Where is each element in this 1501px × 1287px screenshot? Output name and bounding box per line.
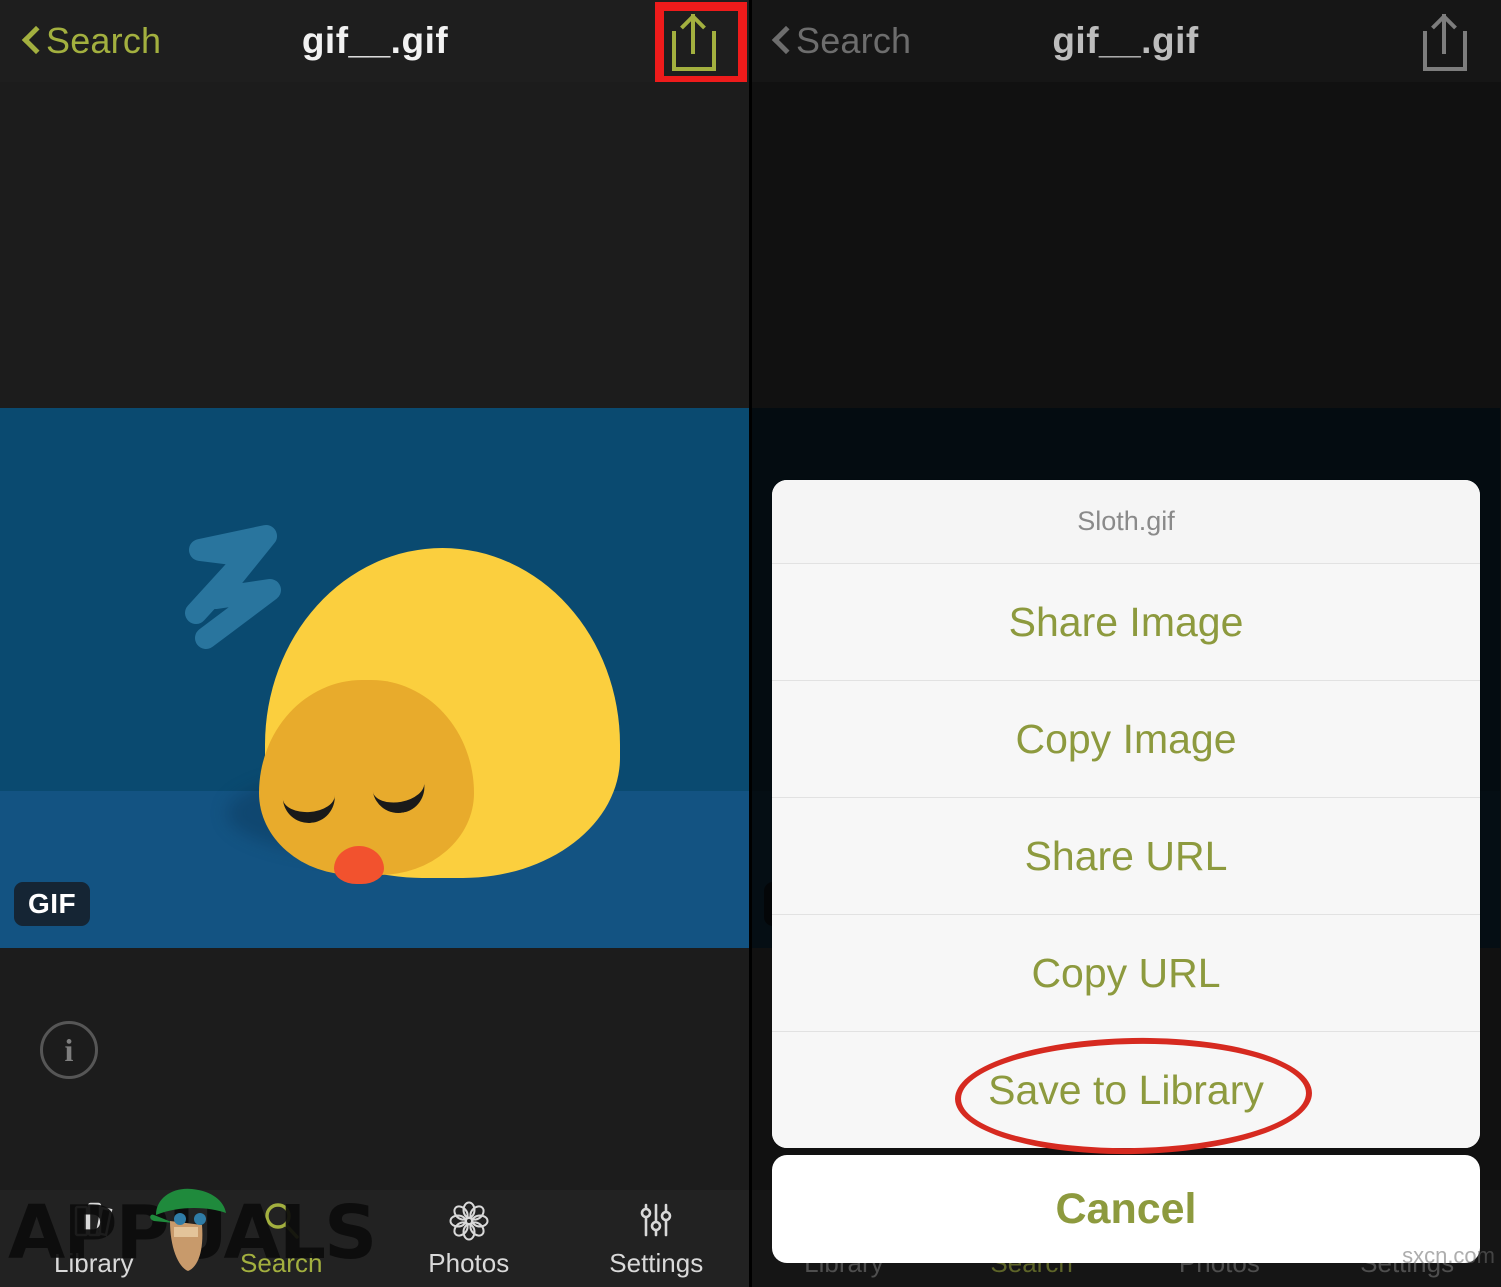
action-share-url[interactable]: Share URL <box>772 797 1480 914</box>
tab-settings-label: Settings <box>609 1248 704 1278</box>
action-sheet-title: Sloth.gif <box>772 480 1480 563</box>
right-nav-bar: Search gif__.gif <box>750 0 1501 82</box>
gif-preview-image[interactable]: GIF <box>0 408 750 948</box>
share-action-sheet: Sloth.gif Share Image Copy Image Share U… <box>772 480 1480 1148</box>
right-screenshot-panel: Search gif__.gif Library Search Photos S… <box>750 0 1501 1287</box>
mouth <box>334 846 384 884</box>
tab-search[interactable]: Search <box>188 1190 376 1279</box>
cancel-button[interactable]: Cancel <box>772 1155 1480 1263</box>
sleeping-blob-character <box>227 548 620 884</box>
corner-watermark: sxcn.com <box>1402 1243 1495 1268</box>
gif-format-badge: GIF <box>14 882 91 926</box>
sliders-icon <box>632 1199 680 1243</box>
flower-icon <box>445 1199 493 1243</box>
closed-eye-right <box>369 763 429 818</box>
share-icon <box>1417 9 1475 73</box>
action-copy-url[interactable]: Copy URL <box>772 914 1480 1031</box>
share-button-highlight-annotation <box>655 2 747 85</box>
panel-divider <box>749 0 752 1287</box>
tab-photos-label: Photos <box>428 1248 510 1278</box>
left-content-area: GIF i <box>0 82 750 1190</box>
left-screenshot-panel: Search gif__.gif GIF i Library Search Ph… <box>0 0 750 1287</box>
page-title: gif__.gif <box>301 20 449 61</box>
books-icon <box>70 1199 118 1243</box>
share-button-dimmed[interactable] <box>1417 9 1475 73</box>
magnifier-icon <box>257 1199 305 1243</box>
action-copy-image[interactable]: Copy Image <box>772 680 1480 797</box>
left-tab-bar: Library Search Photos Settings <box>0 1190 750 1287</box>
action-save-to-library[interactable]: Save to Library <box>772 1031 1480 1148</box>
tab-search-label: Search <box>240 1248 323 1278</box>
page-title: gif__.gif <box>1052 20 1199 61</box>
tab-settings[interactable]: Settings <box>563 1190 751 1279</box>
left-nav-bar: Search gif__.gif <box>0 0 750 85</box>
tab-library-label: Library <box>54 1248 134 1278</box>
info-button[interactable]: i <box>40 1021 98 1079</box>
tab-photos[interactable]: Photos <box>375 1190 563 1279</box>
closed-eye-left <box>281 776 337 825</box>
screenshot-stage: Search gif__.gif GIF i Library Search Ph… <box>0 0 1501 1287</box>
action-share-image[interactable]: Share Image <box>772 563 1480 680</box>
tab-library[interactable]: Library <box>0 1190 188 1279</box>
